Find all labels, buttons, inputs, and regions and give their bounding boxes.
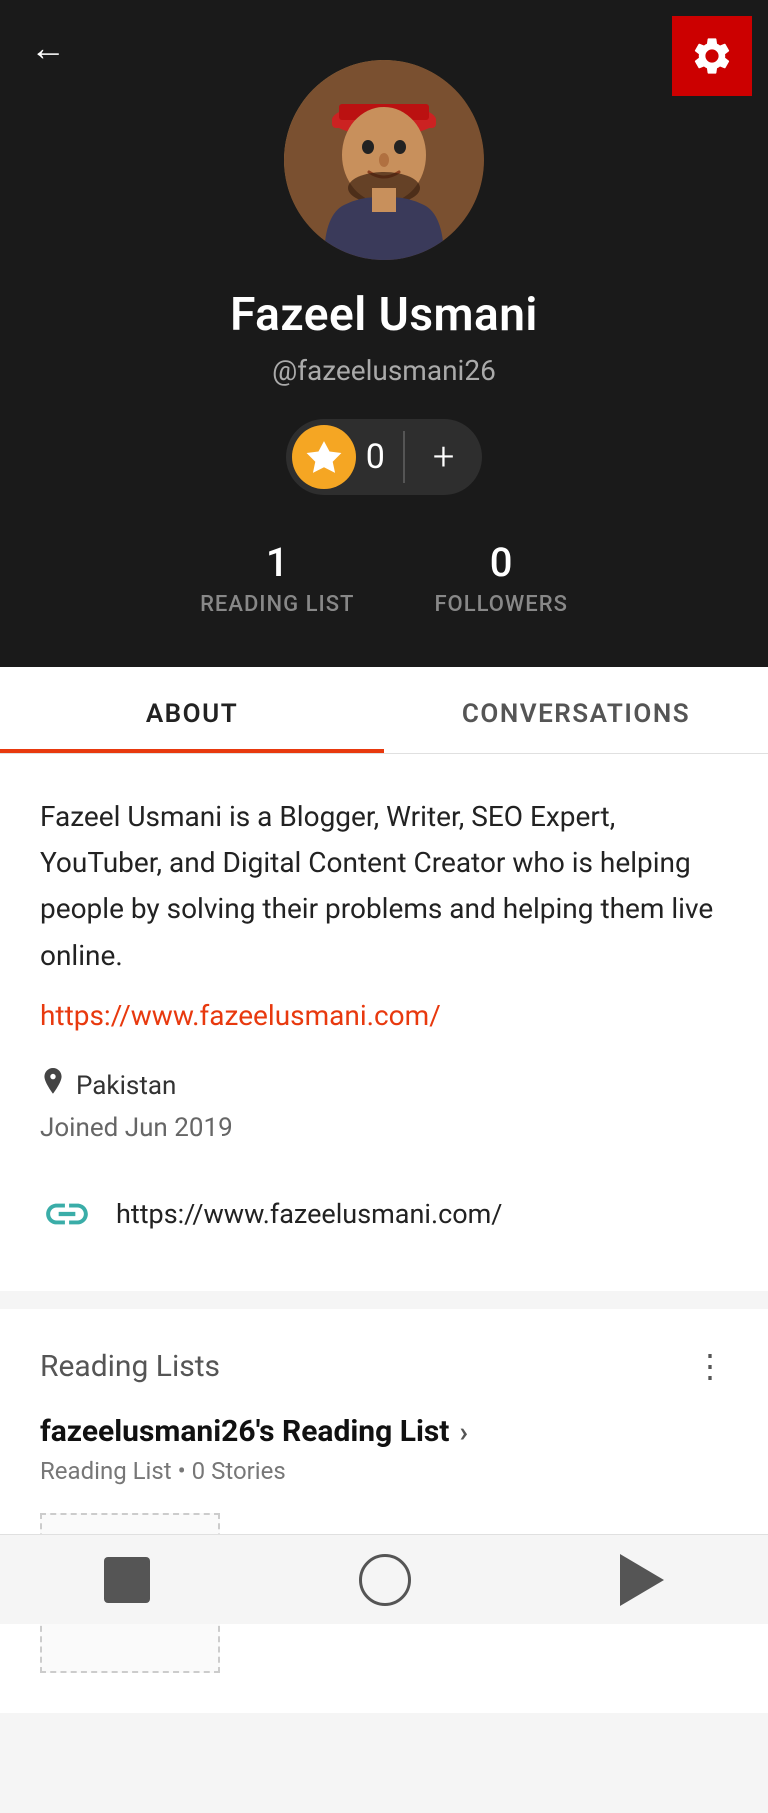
url-text: https://www.fazeelusmani.com/ bbox=[116, 1198, 502, 1230]
followers-count: 0 bbox=[490, 539, 513, 586]
bottom-nav bbox=[0, 1534, 768, 1624]
reading-lists-title: Reading Lists bbox=[40, 1349, 220, 1384]
reading-list-label: READING LIST bbox=[200, 592, 354, 617]
about-bio: Fazeel Usmani is a Blogger, Writer, SEO … bbox=[40, 794, 728, 979]
coins-row: 0 + bbox=[286, 419, 483, 495]
more-options-button[interactable]: ⋮ bbox=[694, 1357, 728, 1376]
reading-lists-header: Reading Lists ⋮ bbox=[40, 1349, 728, 1384]
add-coins-button[interactable]: + bbox=[405, 435, 482, 479]
location-icon bbox=[40, 1068, 66, 1105]
reading-lists-section: Reading Lists ⋮ fazeelusmani26's Reading… bbox=[0, 1309, 768, 1713]
back-button[interactable]: ← bbox=[30, 30, 66, 66]
coin-count: 0 bbox=[366, 437, 403, 477]
followers-label: FOLLOWERS bbox=[434, 592, 567, 617]
tabs-container: ABOUT CONVERSATIONS bbox=[0, 667, 768, 754]
location-row: Pakistan bbox=[40, 1068, 728, 1105]
nav-square-button[interactable] bbox=[104, 1557, 150, 1603]
chevron-right-icon: › bbox=[459, 1415, 467, 1448]
profile-name: Fazeel Usmani bbox=[230, 288, 538, 342]
stats-row: 1 READING LIST 0 FOLLOWERS bbox=[200, 539, 568, 617]
about-meta: Pakistan Joined Jun 2019 bbox=[40, 1068, 728, 1143]
nav-home-button[interactable] bbox=[359, 1554, 411, 1606]
followers-stat[interactable]: 0 FOLLOWERS bbox=[434, 539, 567, 617]
profile-header: ← bbox=[0, 0, 768, 667]
profile-handle: @fazeelusmani26 bbox=[272, 354, 496, 387]
link-icon bbox=[40, 1187, 94, 1241]
about-website-link[interactable]: https://www.fazeelusmani.com/ bbox=[40, 999, 441, 1032]
settings-button[interactable] bbox=[672, 16, 752, 96]
joined-text: Joined Jun 2019 bbox=[40, 1113, 728, 1143]
coin-icon bbox=[292, 425, 356, 489]
reading-list-count: 1 bbox=[266, 539, 289, 586]
reading-list-meta: Reading List • 0 Stories bbox=[40, 1457, 728, 1485]
tab-conversations[interactable]: CONVERSATIONS bbox=[384, 667, 768, 753]
gear-icon bbox=[690, 34, 734, 78]
reading-list-stat[interactable]: 1 READING LIST bbox=[200, 539, 354, 617]
tab-about[interactable]: ABOUT bbox=[0, 667, 384, 753]
url-row: https://www.fazeelusmani.com/ bbox=[40, 1187, 728, 1241]
nav-back-button[interactable] bbox=[620, 1554, 664, 1606]
about-section: Fazeel Usmani is a Blogger, Writer, SEO … bbox=[0, 754, 768, 1291]
location-text: Pakistan bbox=[76, 1071, 176, 1101]
reading-list-name: fazeelusmani26's Reading List › bbox=[40, 1414, 728, 1449]
avatar bbox=[284, 60, 484, 260]
